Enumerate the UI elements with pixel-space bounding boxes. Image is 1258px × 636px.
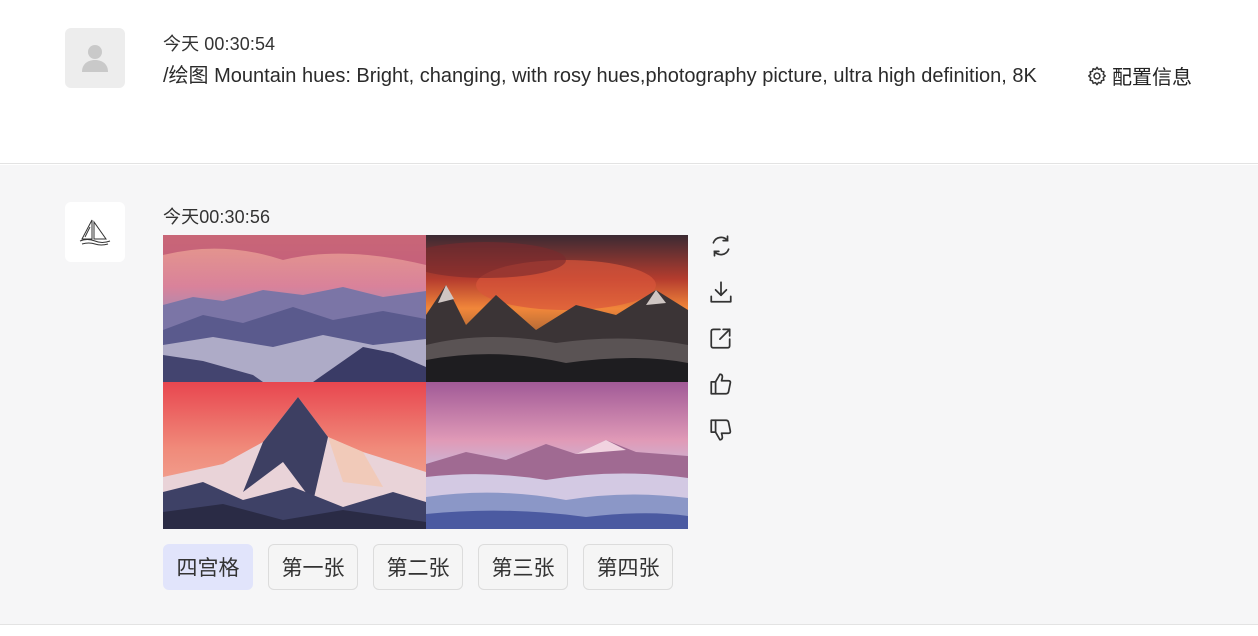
sailboat-logo-icon [79,219,111,246]
download-icon [710,281,732,303]
image-1[interactable] [163,235,426,382]
image-select-buttons: 四宫格 第一张 第二张 第三张 第四张 [163,544,673,590]
next-message-area [0,626,1258,636]
user-timestamp: 今天 00:30:54 [163,34,276,54]
grid-view-button[interactable]: 四宫格 [163,544,253,590]
bot-message: 今天00:30:56 四宫格 第一张 第二张 第三张 第四张 [0,165,1258,625]
user-message: 今天 00:30:54 /绘图 Mountain hues: Bright, c… [0,0,1258,164]
gear-icon [1088,66,1106,85]
download-button[interactable] [706,277,736,307]
user-avatar [65,28,125,88]
image-grid[interactable] [163,235,688,529]
config-info-label: 配置信息 [1112,67,1192,89]
thumbs-up-icon [710,373,732,395]
like-button[interactable] [706,369,736,399]
refresh-button[interactable] [706,231,736,261]
bot-avatar [65,202,125,262]
image-actions [706,231,736,445]
image-2[interactable] [426,235,688,382]
thumbs-down-icon [710,419,732,441]
refresh-icon [712,235,730,257]
image-2-button[interactable]: 第二张 [373,544,463,590]
user-silhouette-icon [82,45,108,72]
share-icon [710,328,731,349]
dislike-button[interactable] [706,415,736,445]
image-4-button[interactable]: 第四张 [583,544,673,590]
user-prompt-text: /绘图 Mountain hues: Bright, changing, wit… [163,65,1037,87]
share-button[interactable] [706,323,736,353]
config-info-button[interactable]: 配置信息 [1086,61,1192,90]
image-1-button[interactable]: 第一张 [268,544,358,590]
image-3[interactable] [163,382,426,529]
bot-timestamp: 今天00:30:56 [163,207,271,227]
image-3-button[interactable]: 第三张 [478,544,568,590]
image-4[interactable] [426,382,688,529]
